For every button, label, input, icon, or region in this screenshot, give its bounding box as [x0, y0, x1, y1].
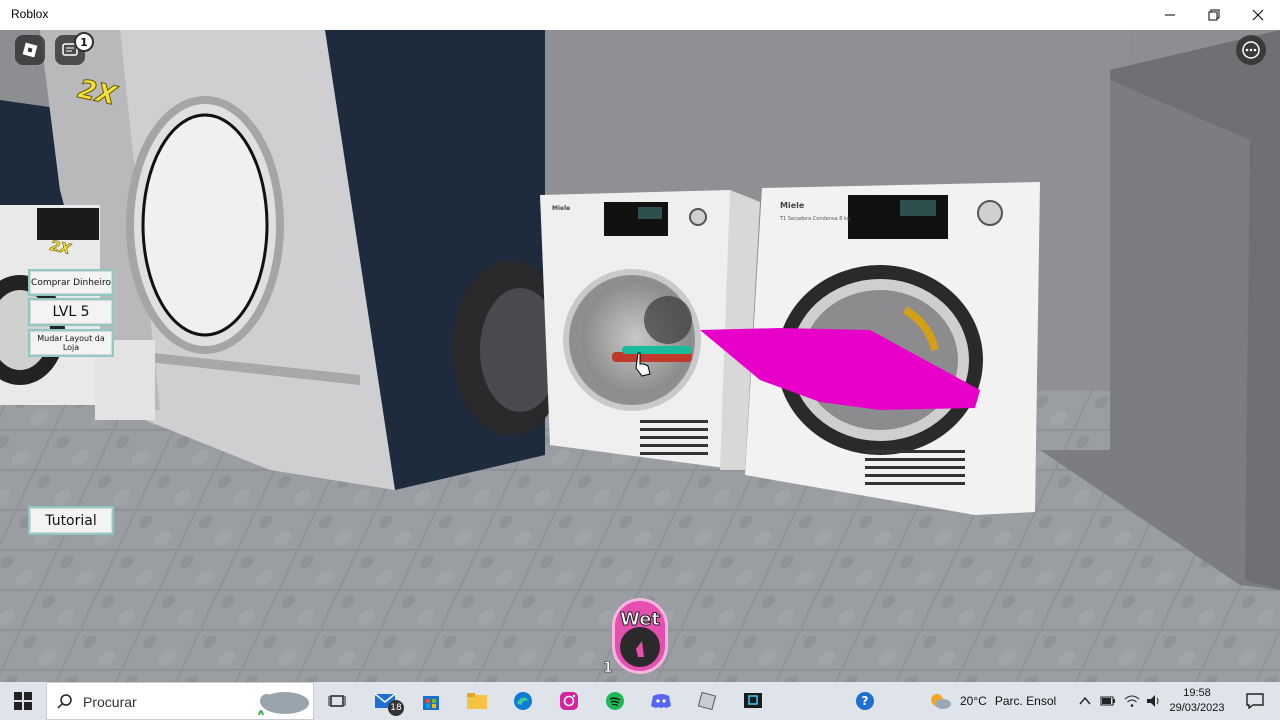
task-view-button[interactable]	[314, 682, 360, 720]
instagram-button[interactable]	[546, 682, 592, 720]
laundromat-scene: Miele Miele T1 Secadora Condensa 8 kg	[0, 30, 1280, 682]
restore-button[interactable]	[1192, 0, 1236, 30]
svg-text:?: ?	[862, 694, 869, 708]
search-icon	[57, 694, 72, 709]
help-icon: ?	[856, 692, 874, 710]
hotbar-slot-label: Wet	[619, 609, 661, 631]
manatee-icon	[258, 692, 309, 716]
roblox-icon	[697, 691, 717, 711]
system-clock[interactable]: 19:58 29/03/2023	[1164, 686, 1230, 716]
window-title-bar: Roblox	[0, 0, 1280, 30]
right-dryer-brand: Miele	[780, 201, 805, 210]
taskbar-search-box[interactable]: Procurar	[46, 682, 314, 720]
show-hidden-icons-button[interactable]	[1072, 682, 1098, 720]
roblox-menu-button[interactable]	[15, 35, 45, 65]
roblox-studio-icon	[744, 693, 762, 708]
mail-badge: 18	[388, 700, 404, 716]
level-badge: LVL 5	[28, 298, 114, 326]
right-dryer-description: T1 Secadora Condensa 8 kg	[779, 216, 850, 222]
hotbar-slot-number: 1	[603, 660, 613, 677]
instagram-icon	[560, 692, 578, 710]
weather-icon	[931, 694, 951, 709]
minimize-icon	[1165, 14, 1175, 16]
help-button[interactable]: ?	[842, 682, 888, 720]
file-explorer-button[interactable]	[454, 682, 500, 720]
edge-icon	[514, 692, 532, 710]
store-icon	[423, 696, 439, 710]
tutorial-button[interactable]: Tutorial	[28, 506, 114, 535]
edge-browser-button[interactable]	[500, 682, 546, 720]
volume-button[interactable]	[1142, 682, 1166, 720]
clock-date: 29/03/2023	[1169, 702, 1225, 714]
discord-icon	[651, 694, 671, 708]
search-placeholder: Procurar	[83, 694, 137, 710]
more-options-button[interactable]	[1236, 35, 1266, 65]
minimize-button[interactable]	[1148, 0, 1192, 30]
close-icon	[1252, 9, 1264, 21]
windows-start-icon	[14, 692, 32, 710]
wifi-icon	[1124, 695, 1140, 707]
clothing-icon	[636, 641, 644, 657]
spotify-icon	[606, 692, 624, 710]
windows-taskbar: Procurar 18 ? 20°C Parc. Ensol 19:58 29/…	[0, 682, 1280, 720]
weather-temperature: 20°C	[960, 694, 987, 708]
wifi-button[interactable]	[1120, 682, 1144, 720]
chat-unread-badge: 1	[74, 32, 94, 52]
spotify-button[interactable]	[592, 682, 638, 720]
buy-money-button[interactable]: Comprar Dinheiro	[28, 269, 114, 296]
weather-description: Parc. Ensol	[994, 694, 1057, 708]
game-viewport[interactable]: Miele Miele T1 Secadora Condensa 8 kg 1 …	[0, 30, 1280, 682]
roblox-taskbar-button[interactable]	[684, 682, 730, 720]
battery-icon	[1100, 696, 1115, 706]
weather-widget[interactable]: 20°C Parc. Ensol	[928, 682, 1056, 720]
clock-time: 19:58	[1183, 687, 1211, 699]
roblox-logo-icon	[22, 42, 38, 58]
roblox-studio-button[interactable]	[730, 682, 776, 720]
restore-icon	[1208, 9, 1220, 21]
file-explorer-icon	[467, 693, 487, 709]
notification-center-button[interactable]	[1232, 682, 1278, 720]
task-view-icon	[328, 695, 346, 707]
mail-app-button[interactable]: 18	[362, 682, 408, 720]
change-layout-button[interactable]: Mudar Layout da Loja	[28, 329, 114, 357]
volume-icon	[1147, 695, 1159, 707]
hotbar-slot[interactable]: Wet	[612, 598, 668, 674]
left-dryer-brand: Miele	[552, 205, 570, 212]
battery-button[interactable]	[1096, 682, 1120, 720]
start-button[interactable]	[0, 682, 46, 720]
notification-icon	[1246, 693, 1264, 709]
discord-button[interactable]	[638, 682, 684, 720]
store-app-button[interactable]	[408, 682, 454, 720]
window-title: Roblox	[11, 7, 49, 21]
more-options-icon	[1242, 41, 1260, 59]
close-button[interactable]	[1236, 0, 1280, 30]
hotbar-slot-icon	[620, 627, 660, 667]
chevron-up-icon	[1079, 696, 1091, 705]
